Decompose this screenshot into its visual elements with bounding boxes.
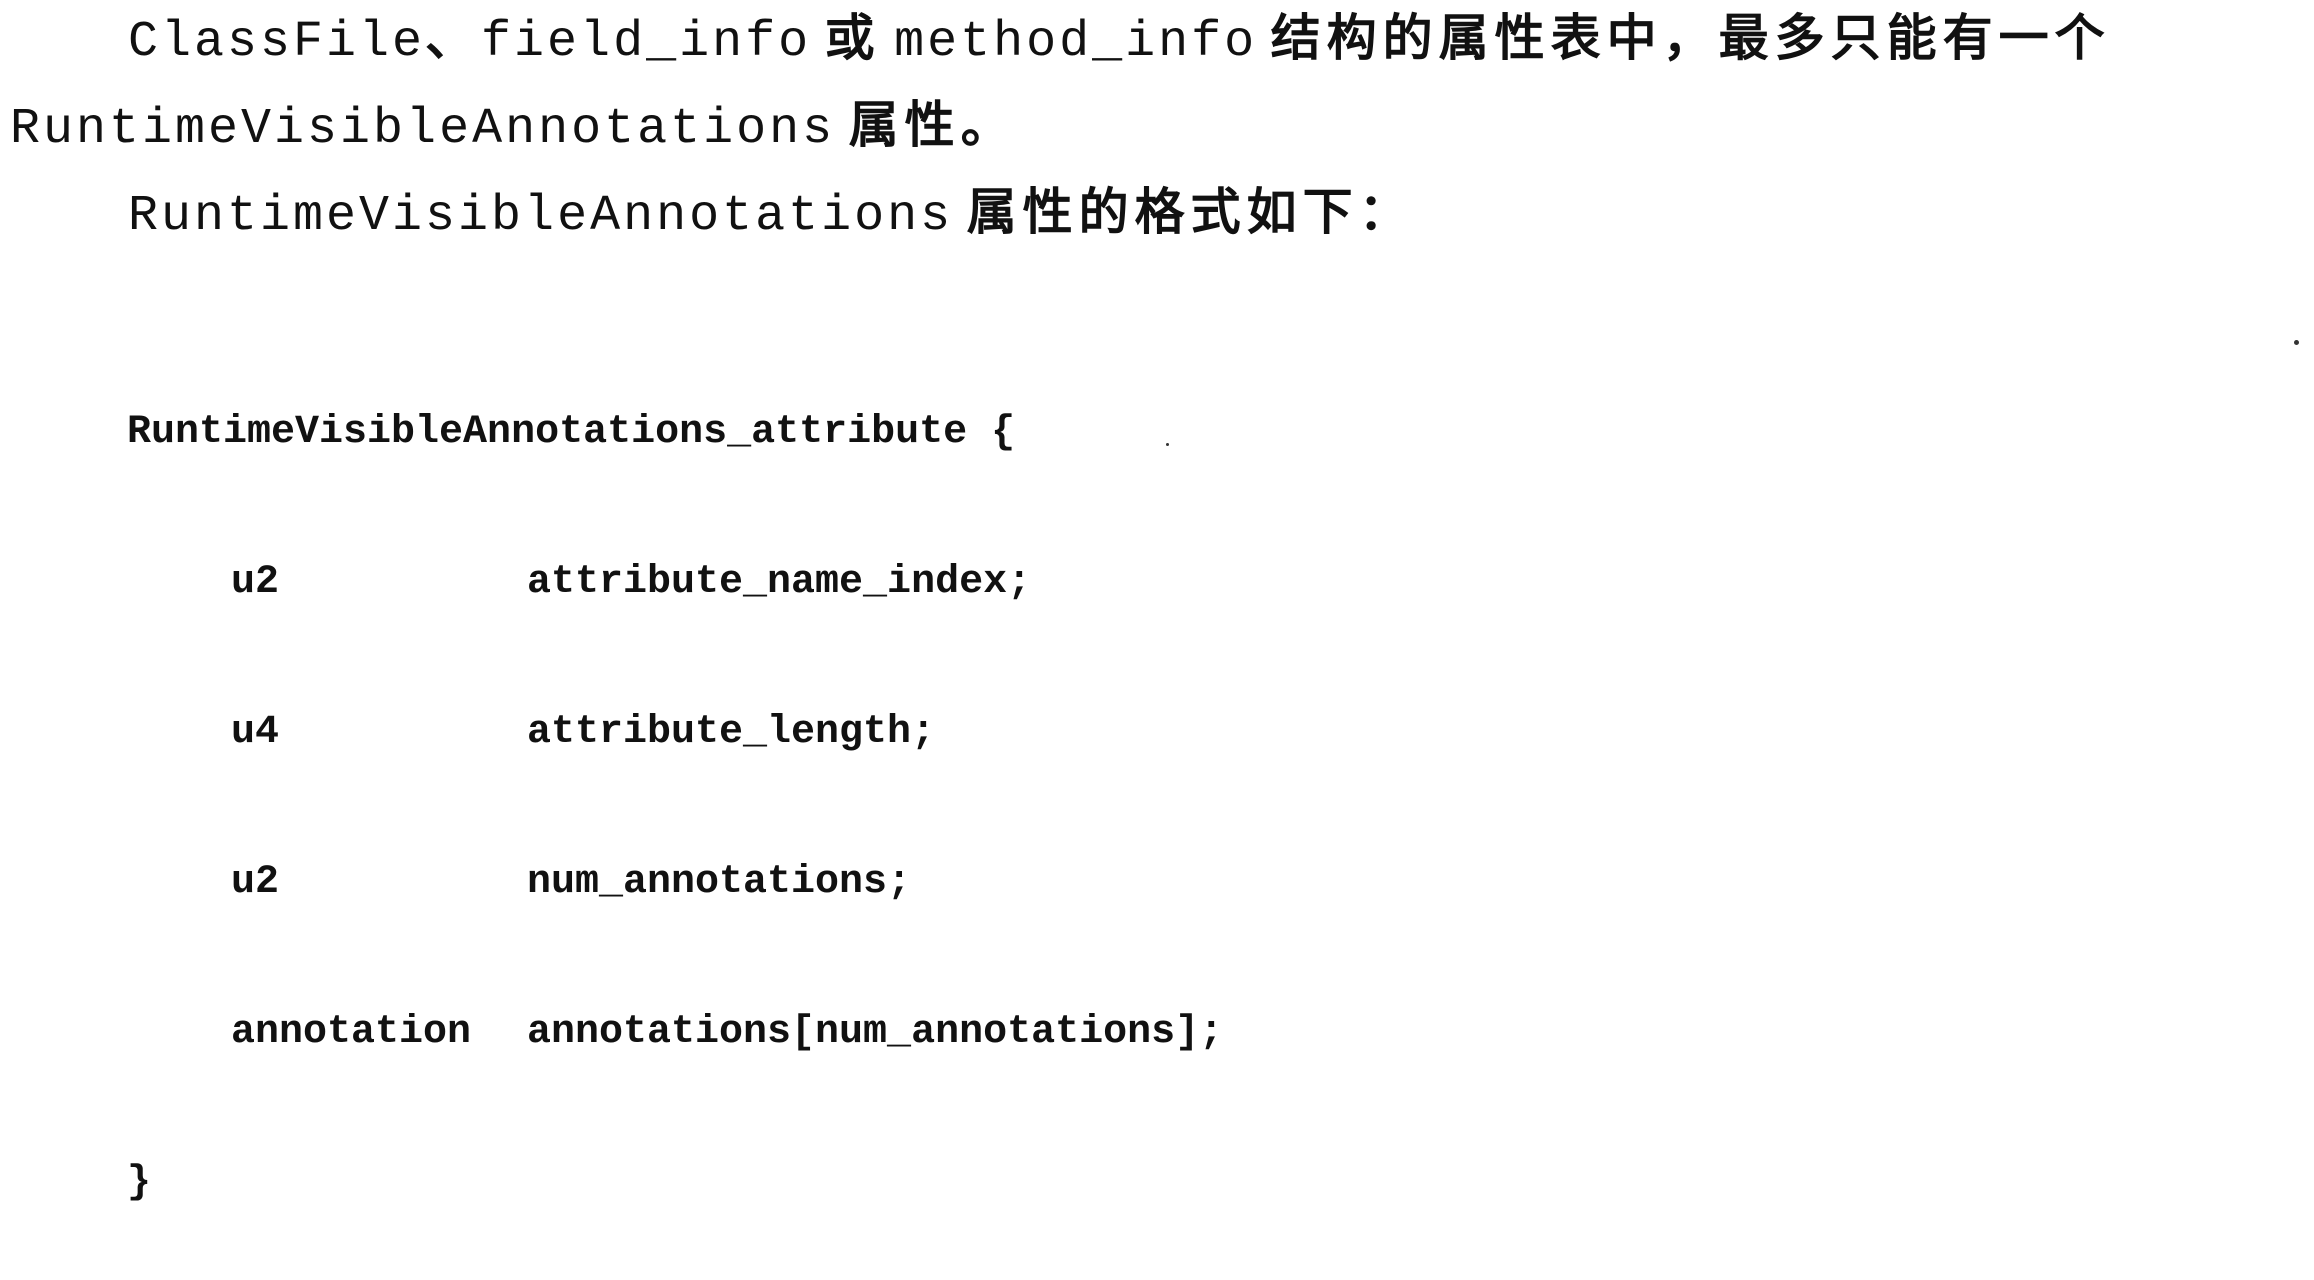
field-name: num_annotations; [527, 860, 912, 905]
method-info-term: method_info [894, 14, 1258, 71]
runtime-visible-annotations-term: RuntimeVisibleAnnotations [128, 188, 954, 245]
field-type: u2 [231, 860, 280, 905]
code-field-row: annotation annotations[num_annotations]; [127, 1008, 1223, 1058]
field-info-term: field_info [481, 14, 812, 71]
paragraph-1-text: 结构的属性表中，最多只能有一个 [1270, 9, 2111, 67]
code-field-row: u4 attribute_length; [127, 708, 1223, 758]
paragraph-2: RuntimeVisibleAnnotations 属性的格式如下： [128, 182, 1415, 247]
code-footer: } [127, 1160, 152, 1205]
paragraph-1-line-1: ClassFile、field_info 或 method_info 结构的属性… [128, 8, 2111, 73]
runtime-visible-annotations-term: RuntimeVisibleAnnotations [10, 101, 836, 158]
field-name: attribute_length; [527, 710, 936, 755]
code-field-row: u2 num_annotations; [127, 858, 1223, 908]
code-block: RuntimeVisibleAnnotations_attribute { u2… [127, 308, 1223, 1280]
field-name: annotations[num_annotations]; [527, 1010, 1224, 1055]
paragraph-2-text: 属性的格式如下： [966, 183, 1415, 241]
field-type: annotation [231, 1010, 472, 1055]
field-type: u4 [231, 710, 280, 755]
or-word: 或 [824, 9, 881, 67]
field-name: attribute_name_index; [527, 560, 1032, 605]
classfile-term: ClassFile [128, 14, 426, 71]
scan-speck [2294, 340, 2299, 345]
scan-speck [1166, 443, 1169, 446]
document-page: ClassFile、field_info 或 method_info 结构的属性… [0, 0, 2314, 1205]
field-type: u2 [231, 560, 280, 605]
code-header: RuntimeVisibleAnnotations_attribute { [127, 410, 1016, 455]
enumeration-comma: 、 [425, 9, 482, 67]
code-field-row: u2 attribute_name_index; [127, 558, 1223, 608]
paragraph-1-tail-text: 属性。 [848, 96, 1017, 154]
paragraph-1-line-2: RuntimeVisibleAnnotations 属性。 [10, 95, 1017, 160]
